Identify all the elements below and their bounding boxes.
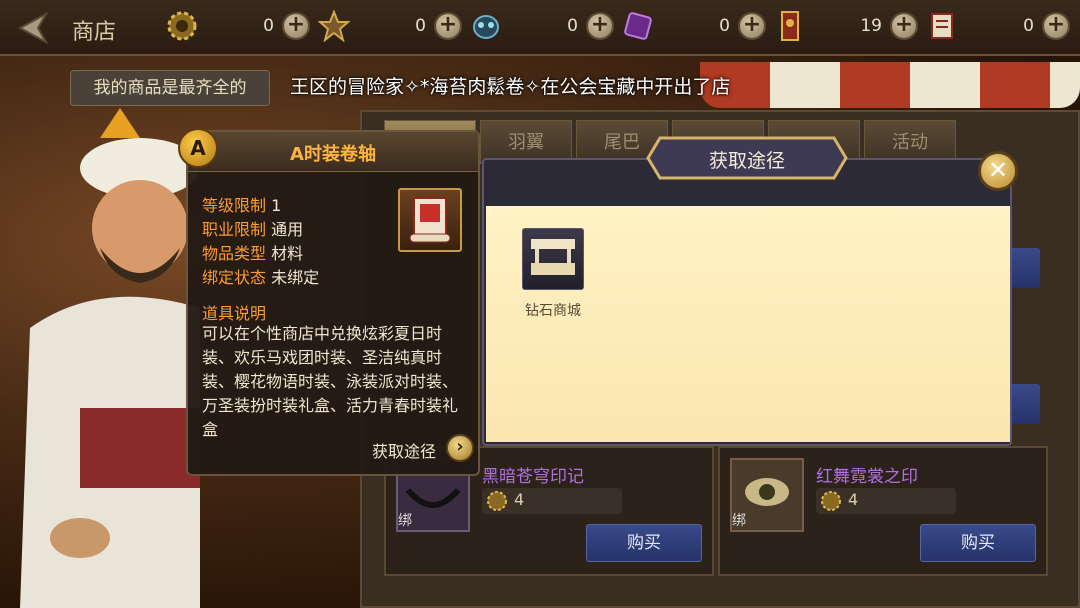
shop-stall-icon [522, 228, 584, 290]
attr-key: 职业限制 [202, 220, 267, 239]
attr-value: 未绑定 [271, 268, 320, 287]
buy-button[interactable]: 购买 [920, 524, 1036, 562]
back-arrow-icon[interactable] [12, 10, 52, 46]
item-icon [398, 188, 462, 252]
tooltip-header: A时装卷轴 [188, 132, 478, 172]
item-name: 黑暗苍穹印记 [482, 467, 584, 487]
item-tooltip: A时装卷轴 A 等级限制 1 职业限制 通用 物品类型 材料 绑定状态 未绑定 … [178, 128, 480, 476]
close-button[interactable]: ✕ [978, 151, 1018, 191]
gold-gear-coin-icon [167, 11, 197, 41]
item-price: 4 [816, 488, 956, 514]
currency-value: 0 [719, 16, 730, 36]
acquire-source-label[interactable]: 获取途径 [372, 438, 436, 462]
star-medal-icon [318, 10, 350, 42]
price-value: 4 [848, 490, 859, 509]
add-currency-button[interactable]: + [738, 12, 766, 40]
source-label: 钻石商城 [525, 303, 581, 319]
add-currency-button[interactable]: + [434, 12, 462, 40]
currency-gold-gear: 0 + [166, 10, 310, 44]
chevron-right-icon[interactable]: › [446, 434, 474, 462]
source-diamond-mall[interactable]: 钻石商城 [520, 228, 586, 319]
guild-banner-icon [781, 11, 799, 41]
attr-value: 1 [271, 196, 282, 215]
currency-scroll-ticket: 0 + [926, 10, 1070, 44]
close-icon: ✕ [987, 156, 1009, 184]
add-currency-button[interactable]: + [890, 12, 918, 40]
currency-value: 0 [567, 16, 578, 36]
bound-tag: 绑 [732, 513, 746, 529]
top-bar: 商店 0 + 0 + 0 + 0 + 19 + 0 + [0, 0, 1080, 56]
stall-graphic [531, 239, 575, 275]
attr-class-limit: 职业限制 通用 [202, 216, 319, 240]
dialog-title: 获取途径 [708, 150, 785, 172]
attr-level-limit: 等级限制 1 [202, 192, 319, 216]
item-title: A时装卷轴 [290, 144, 376, 165]
currency-value: 0 [263, 16, 274, 36]
bound-tag: 绑 [398, 513, 412, 529]
dialog-title-banner: 获取途径 [646, 132, 848, 184]
item-price: 4 [482, 488, 622, 514]
attr-key: 物品类型 [202, 244, 267, 263]
currency-value: 0 [415, 16, 426, 36]
price-value: 4 [514, 490, 525, 509]
description-text: 可以在个性商店中兑换炫彩夏日时装、欢乐马戏团时装、圣洁纯真时装、樱花物语时装、泳… [202, 324, 459, 439]
demon-mask-icon [473, 15, 499, 39]
currency-demon-mask: 0 + [470, 10, 614, 44]
buy-button[interactable]: 购买 [586, 524, 702, 562]
currency-guild-banner: 19 + [774, 10, 918, 44]
purple-crystal-icon [624, 12, 652, 40]
broadcast-ticker: 王区的冒险家✧*海苔肉鬆卷✧在公会宝藏中开出了店 [290, 76, 731, 98]
currency-value: 19 [860, 16, 882, 36]
attr-bind-status: 绑定状态 未绑定 [202, 264, 319, 288]
attr-item-type: 物品类型 材料 [202, 240, 319, 264]
merchant-speech-bubble: 我的商品是最齐全的 [70, 70, 270, 106]
add-currency-button[interactable]: + [1042, 12, 1070, 40]
gold-gear-coin-icon [821, 491, 841, 511]
scroll-ticket-icon [931, 13, 953, 39]
attr-key: 等级限制 [202, 196, 267, 215]
add-currency-button[interactable]: + [282, 12, 310, 40]
page-title: 商店 [72, 20, 117, 45]
item-attributes: 等级限制 1 职业限制 通用 物品类型 材料 绑定状态 未绑定 [202, 192, 319, 288]
attr-value: 材料 [271, 244, 304, 263]
currency-purple-crystal: 0 + [622, 10, 766, 44]
grade-badge: A [178, 128, 218, 168]
attr-key: 绑定状态 [202, 268, 267, 287]
currency-value: 0 [1023, 16, 1034, 36]
shop-item-card[interactable]: 绑 红舞霓裳之印 4 购买 [718, 446, 1048, 576]
merchant-npc-illustration [20, 108, 200, 608]
fashion-scroll-icon [409, 197, 451, 243]
item-name: 红舞霓裳之印 [816, 467, 918, 487]
add-currency-button[interactable]: + [586, 12, 614, 40]
description-title: 道具说明 [202, 304, 267, 323]
gold-gear-coin-icon [487, 491, 507, 511]
attr-value: 通用 [271, 220, 304, 239]
currency-star-medal: 0 + [318, 10, 462, 44]
